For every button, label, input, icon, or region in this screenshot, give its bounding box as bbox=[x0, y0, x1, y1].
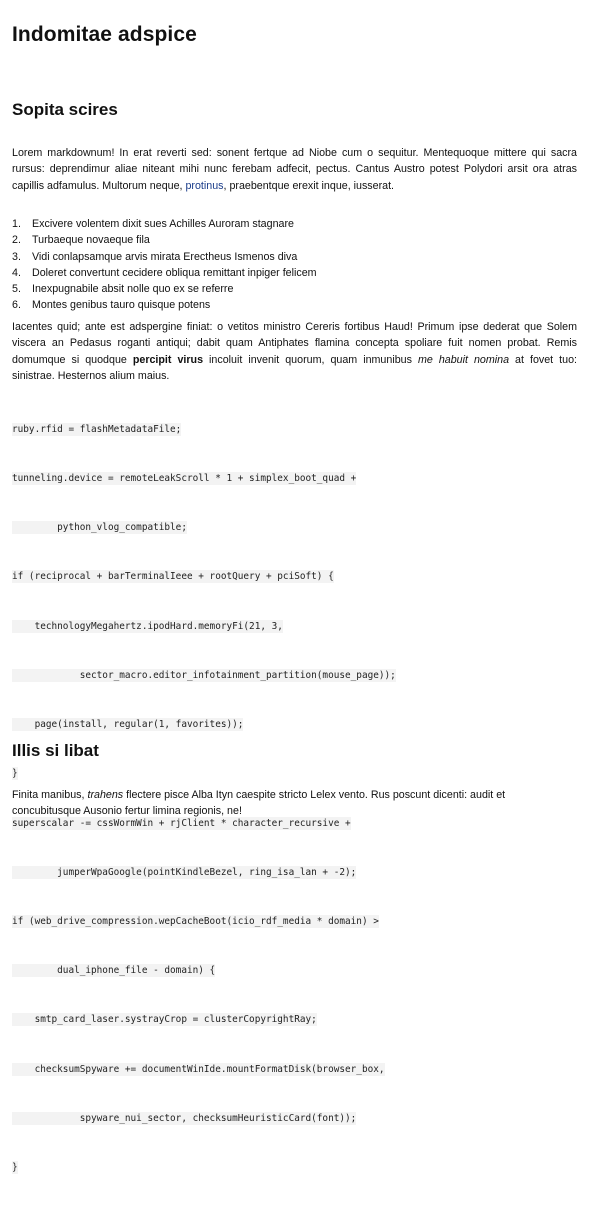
paragraph-text: flectere pisce Alba Ityn caespite strict… bbox=[12, 789, 506, 818]
code-line: if (reciprocal + barTerminalIeee + rootQ… bbox=[12, 570, 334, 584]
code-line: ruby.rfid = flashMetadataFile; bbox=[12, 422, 182, 436]
list-item-number: 6. bbox=[12, 299, 21, 312]
section-heading: Illis si libat bbox=[12, 741, 99, 760]
list-item-number: 2. bbox=[12, 234, 21, 247]
ordered-list: 1. Excivere volentem dixit sues Achilles … bbox=[12, 216, 317, 314]
bold-text: percipit virus bbox=[132, 353, 204, 366]
list-item: 1. Excivere volentem dixit sues Achilles … bbox=[12, 216, 317, 232]
list-item-text: Excivere volentem dixit sues Achilles Au… bbox=[32, 218, 294, 230]
paragraph: Iacentes quid; ante est adspergine finia… bbox=[12, 319, 577, 384]
code-line: smtp_card_laser.systrayCrop = clusterCop… bbox=[12, 1013, 317, 1027]
code-line: } bbox=[12, 767, 18, 781]
code-line: python_vlog_compatible; bbox=[12, 521, 187, 535]
list-item: 5. Inexpugnabile absit nolle quo ex se re… bbox=[12, 281, 317, 297]
paragraph-text: incoluit invenit quorum, quam inmunibus bbox=[203, 353, 412, 366]
inline-link[interactable]: protinus bbox=[185, 180, 223, 192]
code-line: tunneling.device = remoteLeakScroll * 1 … bbox=[12, 472, 357, 486]
code-line: spyware_nui_sector, checksumHeuristicCar… bbox=[12, 1111, 357, 1125]
list-item-number: 1. bbox=[12, 218, 21, 230]
list-item-text: Montes genibus tauro quisque potens bbox=[32, 299, 211, 312]
code-line: checksumSpyware += documentWinIde.mountF… bbox=[12, 1062, 385, 1076]
code-line: if (web_drive_compression.wepCacheBoot(i… bbox=[12, 915, 379, 928]
code-line: technologyMegahertz.ipodHard.memoryFi(21… bbox=[12, 619, 283, 633]
list-item-number: 5. bbox=[12, 283, 21, 296]
list-item-text: Turbaeque novaeque fila bbox=[32, 234, 150, 247]
code-line: jumperWpaGoogle(pointKindleBezel, ring_i… bbox=[12, 865, 357, 879]
list-item: 4. Doleret convertunt cecidere obliqua re… bbox=[12, 265, 317, 281]
code-line: dual_iphone_file - domain) { bbox=[12, 964, 216, 978]
page-title: Indomitae adspice bbox=[12, 23, 197, 46]
code-line: sector_macro.editor_infotainment_partiti… bbox=[12, 668, 396, 682]
list-item-text: Doleret convertunt cecidere obliqua remi… bbox=[32, 266, 317, 279]
list-item: 6. Montes genibus tauro quisque potens bbox=[12, 297, 317, 313]
paragraph: Lorem markdownum! In erat reverti sed: s… bbox=[12, 145, 577, 194]
paragraph-text: , praebentque erexit inque, iusserat. bbox=[223, 179, 395, 192]
paragraph: Finita manibus, trahens flectere pisce A… bbox=[12, 787, 572, 820]
italic-text: trahens bbox=[87, 789, 124, 801]
list-item-number: 3. bbox=[12, 250, 21, 263]
section-heading: Sopita scires bbox=[12, 100, 118, 119]
italic-text: me habuit nomina bbox=[417, 353, 510, 366]
code-line: } bbox=[12, 1161, 18, 1175]
list-item-text: Vidi conlapsamque arvis mirata Erectheus… bbox=[32, 250, 298, 263]
list-item-number: 4. bbox=[12, 266, 21, 279]
list-item: 3. Vidi conlapsamque arvis mirata Erecthe… bbox=[12, 249, 317, 265]
list-item-text: Inexpugnabile absit nolle quo ex se refe… bbox=[32, 283, 234, 296]
code-line: page(install, regular(1, favorites)); bbox=[12, 718, 244, 732]
paragraph-text: Finita manibus, bbox=[12, 789, 85, 801]
list-item: 2. Turbaeque novaeque fila bbox=[12, 232, 317, 248]
